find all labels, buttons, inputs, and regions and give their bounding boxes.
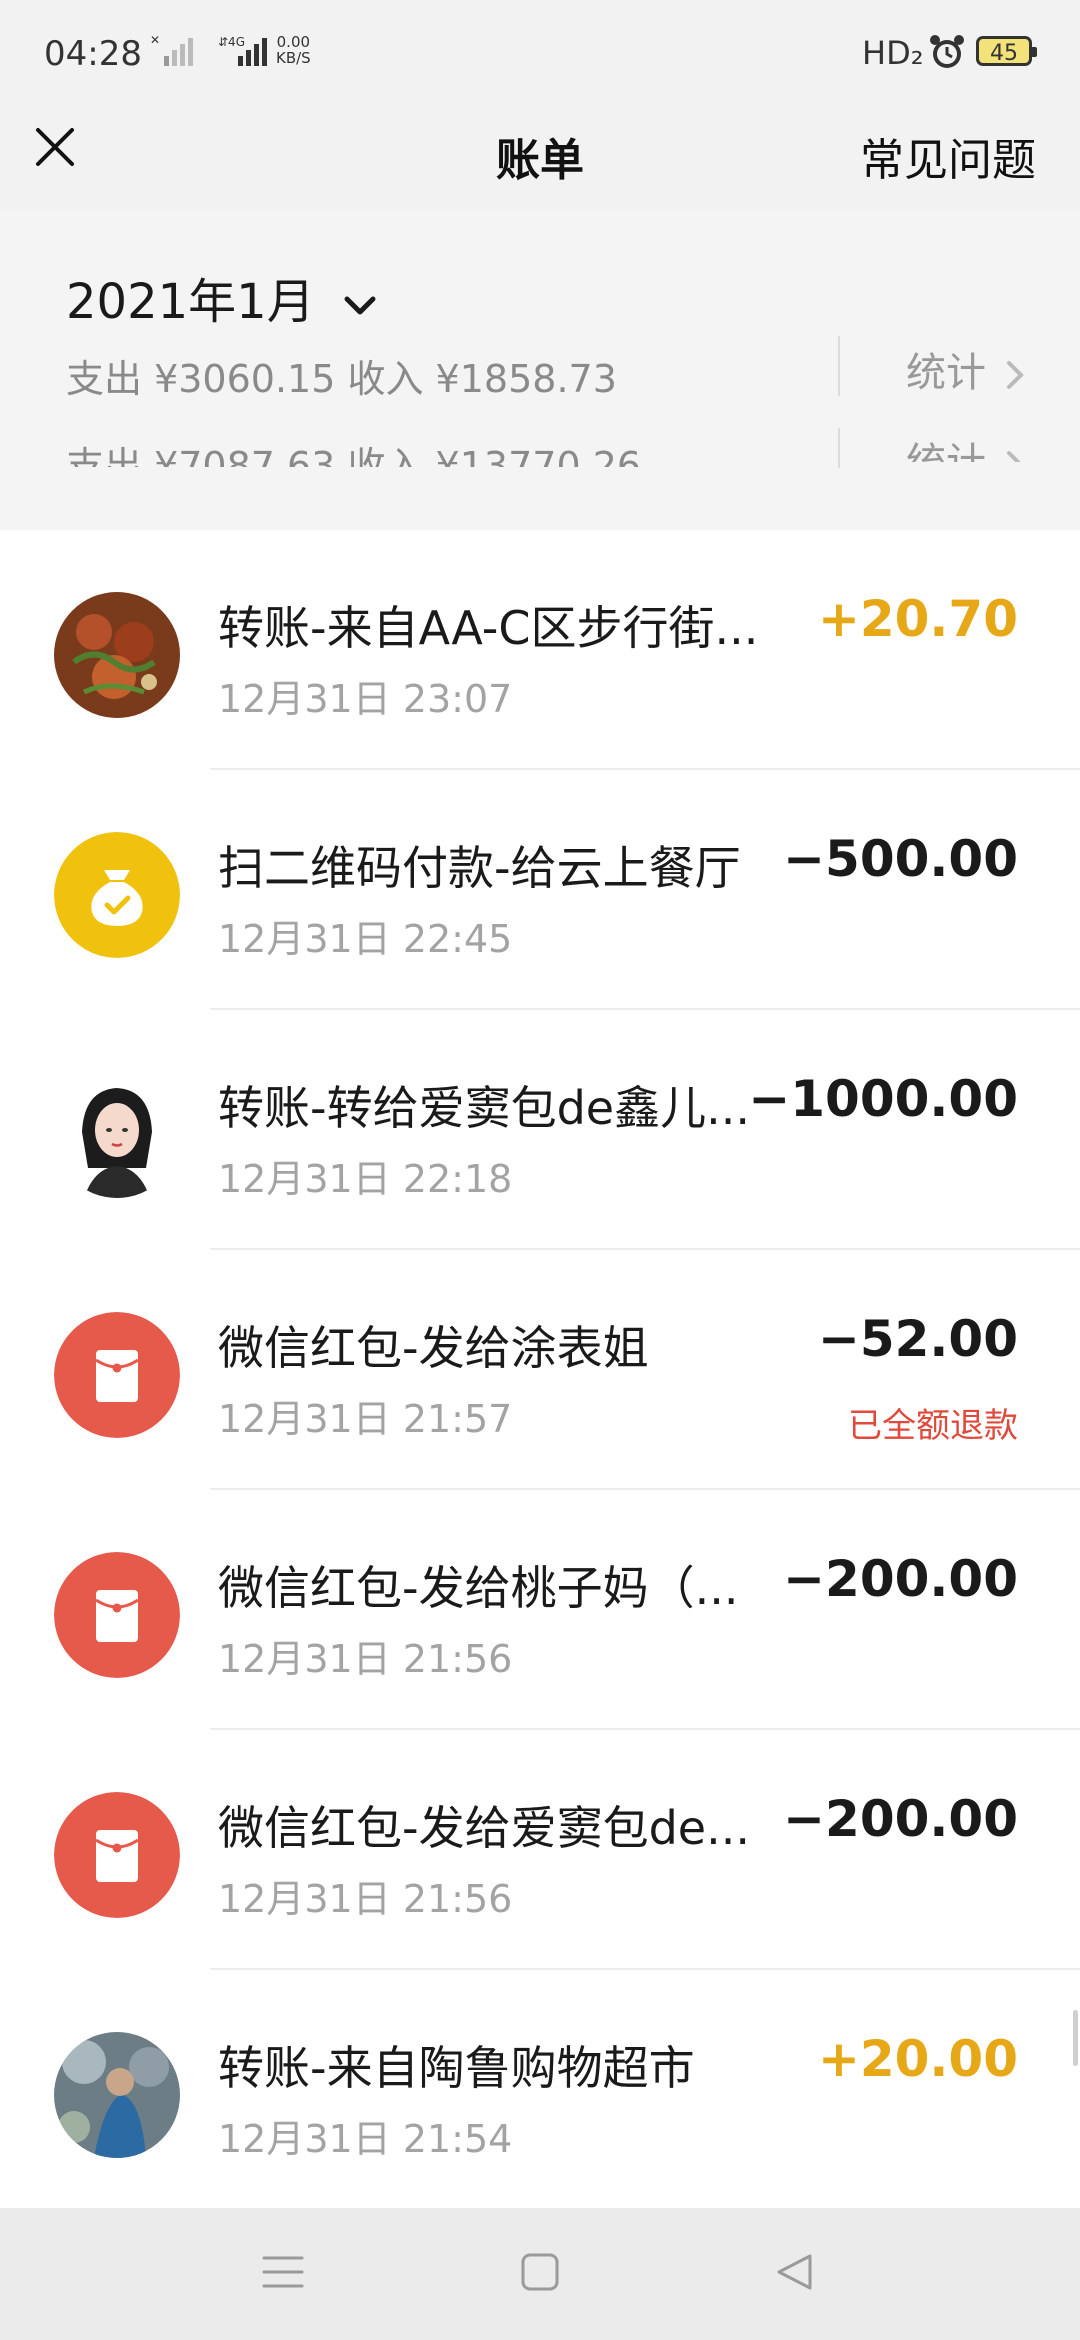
- status-bar: 04:28 ✕ ⇵4G 0.00 KB/S HD₂ 45: [0, 0, 1080, 100]
- transaction-name: 微信红包-发给桃子妈（...: [218, 1561, 739, 1615]
- money-bag-icon: [54, 832, 180, 958]
- transaction-amount: −500.00: [783, 830, 1018, 888]
- transaction-name: 转账-来自AA-C区步行街...: [218, 601, 759, 655]
- stats-link[interactable]: 统计: [906, 340, 1025, 398]
- divider: [838, 428, 840, 468]
- chevron-right-icon: [1006, 451, 1021, 462]
- month-summary: 2021年1月 支出 ¥3060.15 收入 ¥1858.73 统计 支出 ¥7…: [0, 210, 1080, 530]
- prev-stats-link[interactable]: 统计: [906, 430, 1025, 462]
- transaction-amount: +20.70: [817, 590, 1018, 648]
- menu-icon[interactable]: [262, 2252, 304, 2292]
- scrollbar-thumb[interactable]: [1073, 2010, 1078, 2066]
- transaction-amount: +20.00: [817, 2030, 1018, 2088]
- transaction-name: 转账-来自陶鲁购物超市: [218, 2041, 695, 2095]
- svg-text:⇵4G: ⇵4G: [218, 35, 245, 49]
- photo-avatar: [54, 2032, 180, 2158]
- transaction-amount: −200.00: [783, 1550, 1018, 1608]
- transaction-row[interactable]: 微信红包-发给爱窦包de... 12月31日 21:56 −200.00: [0, 1730, 1080, 1970]
- red-packet-icon: [54, 1792, 180, 1918]
- month-totals: 支出 ¥3060.15 收入 ¥1858.73: [66, 357, 617, 401]
- hd-indicator: HD₂: [862, 34, 924, 72]
- transaction-name: 微信红包-发给涂表姐: [218, 1321, 649, 1375]
- transaction-row[interactable]: 微信红包-发给涂表姐 12月31日 21:57 −52.00 已全额退款: [0, 1250, 1080, 1490]
- prev-stats-label: 统计: [906, 440, 986, 462]
- food-photo-avatar: [54, 592, 180, 718]
- signal-4g-icon: ⇵4G: [218, 35, 267, 66]
- transaction-time: 12月31日 22:18: [218, 1157, 513, 1201]
- transaction-row[interactable]: 转账-来自陶鲁购物超市 12月31日 21:54 +20.00: [0, 1970, 1080, 2210]
- stats-label: 统计: [906, 350, 986, 396]
- divider: [838, 336, 840, 396]
- transaction-row[interactable]: 转账-来自AA-C区步行街... 12月31日 23:07 +20.70: [0, 530, 1080, 770]
- faq-link[interactable]: 常见问题: [860, 124, 1036, 188]
- net-speed-value: 0.00: [276, 33, 311, 51]
- transaction-time: 12月31日 22:45: [218, 917, 513, 961]
- battery-indicator: 45: [976, 36, 1037, 66]
- transaction-amount: −200.00: [783, 1790, 1018, 1848]
- transaction-time: 12月31日 21:56: [218, 1637, 513, 1681]
- status-time: 04:28: [44, 34, 142, 74]
- transaction-time: 12月31日 23:07: [218, 677, 513, 721]
- app-header: 账单 常见问题: [0, 100, 1080, 210]
- month-picker[interactable]: 2021年1月: [66, 262, 378, 332]
- net-speed-unit: KB/S: [276, 49, 311, 67]
- transaction-name: 微信红包-发给爱窦包de...: [218, 1801, 750, 1855]
- signal-sim1-icon: ✕: [150, 34, 193, 66]
- refund-note: 已全额退款: [848, 1406, 1018, 1446]
- transaction-row[interactable]: 微信红包-发给桃子妈（... 12月31日 21:56 −200.00: [0, 1490, 1080, 1730]
- transaction-row[interactable]: 转账-转给爱窦包de鑫儿... 12月31日 22:18 −1000.00: [0, 1010, 1080, 1250]
- month-label: 2021年1月: [66, 274, 315, 330]
- transaction-row[interactable]: 扫二维码付款-给云上餐厅 12月31日 22:45 −500.00: [0, 770, 1080, 1010]
- svg-text:✕: ✕: [150, 34, 160, 47]
- transaction-time: 12月31日 21:56: [218, 1877, 513, 1921]
- transaction-name: 转账-转给爱窦包de鑫儿...: [218, 1081, 750, 1135]
- back-triangle-icon[interactable]: [774, 2252, 814, 2292]
- alarm-icon: [930, 35, 964, 68]
- portrait-avatar: [54, 1072, 180, 1198]
- chevron-down-icon: [344, 296, 376, 315]
- home-square-icon[interactable]: [520, 2252, 560, 2292]
- net-speed: 0.00 KB/S: [276, 34, 311, 66]
- chevron-right-icon: [1006, 361, 1024, 389]
- transaction-amount: −1000.00: [748, 1070, 1018, 1128]
- transaction-time: 12月31日 21:57: [218, 1397, 513, 1441]
- transaction-amount: −52.00: [817, 1310, 1018, 1368]
- red-packet-icon: [54, 1552, 180, 1678]
- transaction-time: 12月31日 21:54: [218, 2117, 513, 2161]
- transaction-name: 扫二维码付款-给云上餐厅: [218, 841, 741, 895]
- red-packet-icon: [54, 1312, 180, 1438]
- prev-month-totals: 支出 ¥7087.63 收入 ¥13770.26: [66, 444, 642, 467]
- system-nav-bar: [0, 2208, 1080, 2340]
